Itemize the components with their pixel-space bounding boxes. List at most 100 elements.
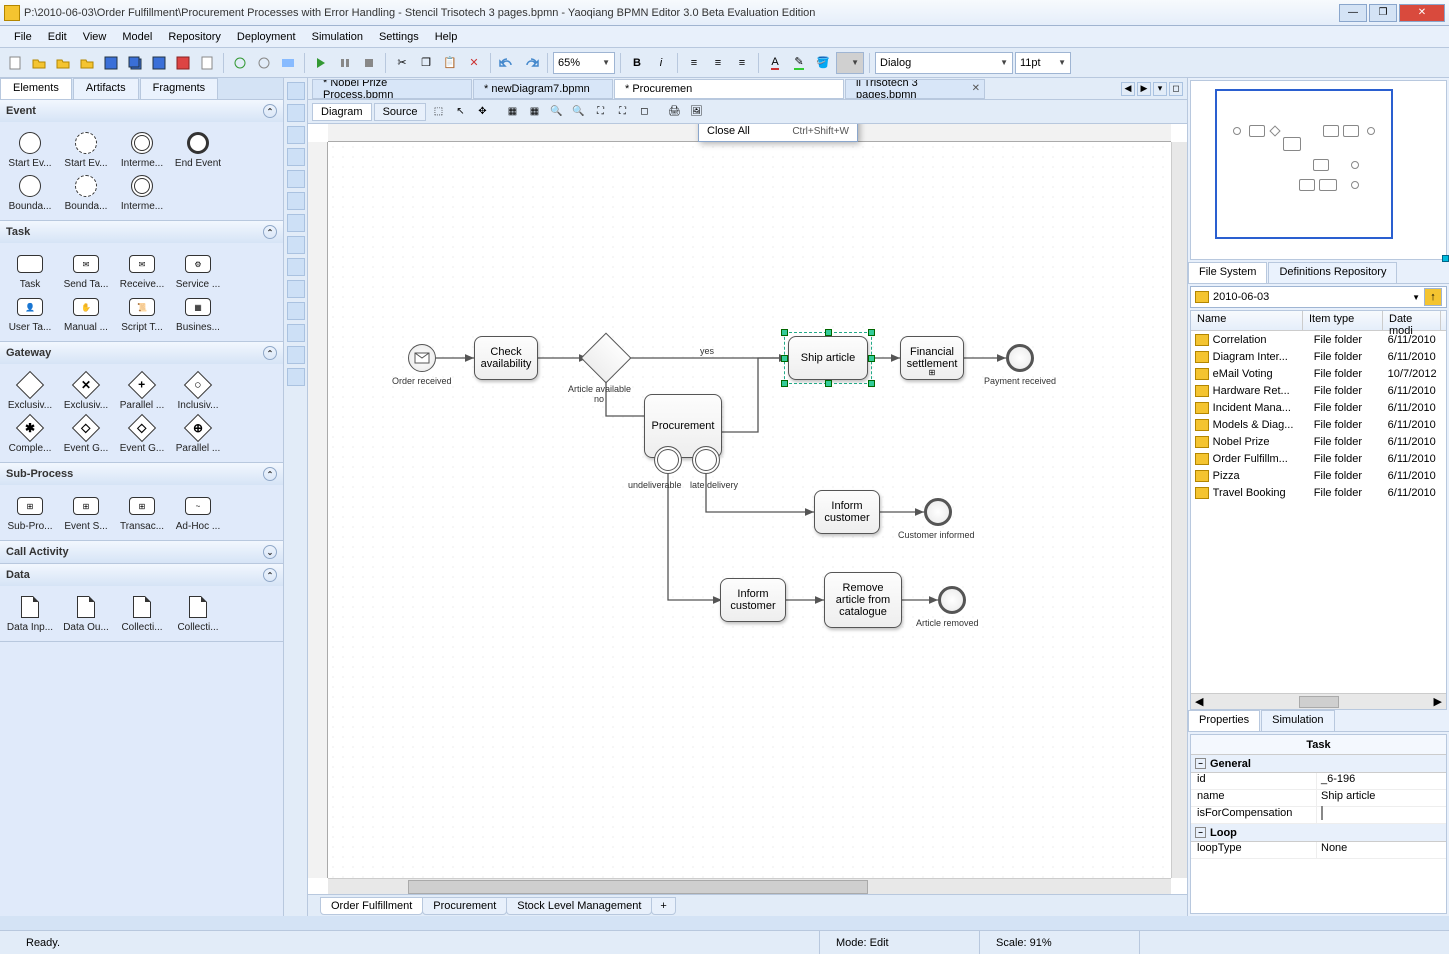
definitions-tab[interactable]: Definitions Repository xyxy=(1268,262,1397,283)
vbtn-icon[interactable] xyxy=(287,368,305,386)
fontsize-select[interactable]: 11pt▼ xyxy=(1015,52,1071,74)
vbtn-icon[interactable] xyxy=(287,346,305,364)
file-row[interactable]: eMail VotingFile folder10/7/2012 xyxy=(1191,365,1446,382)
open3-icon[interactable] xyxy=(76,52,98,74)
filelist-scrollbar[interactable]: ◀▶ xyxy=(1191,693,1446,709)
menu-simulation[interactable]: Simulation xyxy=(304,29,371,45)
palette-group-header[interactable]: Gateway⌃ xyxy=(0,342,283,364)
task-inform-customer-2[interactable]: Inform customer xyxy=(720,578,786,622)
gateway-article-available[interactable] xyxy=(581,333,632,384)
palette-item[interactable]: ◇Event G... xyxy=(58,415,114,454)
palette-item[interactable]: ⊕Parallel ... xyxy=(170,415,226,454)
open2-icon[interactable] xyxy=(52,52,74,74)
palette-tab-elements[interactable]: Elements xyxy=(0,78,72,99)
save-icon[interactable] xyxy=(100,52,122,74)
zoom-select[interactable]: 65%▼ xyxy=(553,52,615,74)
palette-item[interactable]: Bounda... xyxy=(58,173,114,212)
color-swatch[interactable]: ▼ xyxy=(836,52,864,74)
grid2-icon[interactable]: ▦ xyxy=(524,102,544,122)
minimize-button[interactable]: — xyxy=(1339,4,1367,22)
file-row[interactable]: Diagram Inter...File folder6/11/2010 xyxy=(1191,348,1446,365)
stop-icon[interactable] xyxy=(358,52,380,74)
palette-item[interactable]: ~Ad-Hoc ... xyxy=(170,493,226,532)
editor-tab[interactable]: * newDiagram7.bpmn xyxy=(473,79,613,99)
delete-icon[interactable]: ✕ xyxy=(463,52,485,74)
end-event-payment[interactable] xyxy=(1006,344,1034,372)
palette-group-header[interactable]: Sub-Process⌃ xyxy=(0,463,283,485)
palette-item[interactable]: Exclusiv... xyxy=(2,372,58,411)
font-select[interactable]: Dialog▼ xyxy=(875,52,1013,74)
redo-icon[interactable] xyxy=(520,52,542,74)
palette-item[interactable]: ✕Exclusiv... xyxy=(58,372,114,411)
hscrollbar[interactable] xyxy=(328,878,1171,894)
palette-item[interactable]: Interme... xyxy=(114,130,170,169)
folder-up-button[interactable]: ↑ xyxy=(1424,288,1442,306)
maximize-button[interactable]: ❐ xyxy=(1369,4,1397,22)
canvas[interactable]: Order received Check availability Articl… xyxy=(328,142,1171,878)
paste-icon[interactable]: 📋 xyxy=(439,52,461,74)
palette-item[interactable]: ⊞Event S... xyxy=(58,493,114,532)
palette-group-header[interactable]: Data⌃ xyxy=(0,564,283,586)
palette-tab-fragments[interactable]: Fragments xyxy=(140,78,219,99)
cut-icon[interactable]: ✂ xyxy=(391,52,413,74)
col-name[interactable]: Name xyxy=(1191,311,1303,330)
palette-group-header[interactable]: Event⌃ xyxy=(0,100,283,122)
source-mode-tab[interactable]: Source xyxy=(374,103,427,121)
end-event-article-removed[interactable] xyxy=(938,586,966,614)
vbtn-icon[interactable] xyxy=(287,192,305,210)
deploy-icon[interactable] xyxy=(277,52,299,74)
palette-item[interactable]: ◇Event G... xyxy=(114,415,170,454)
saveall-icon[interactable] xyxy=(124,52,146,74)
prop-row[interactable]: nameShip article xyxy=(1191,790,1446,807)
vbtn-icon[interactable] xyxy=(287,280,305,298)
history-icon[interactable] xyxy=(253,52,275,74)
palette-tab-artifacts[interactable]: Artifacts xyxy=(73,78,139,99)
highlight-icon[interactable]: ✎ xyxy=(788,52,810,74)
pointer-tool-icon[interactable]: ↖ xyxy=(450,102,470,122)
palette-item[interactable]: Data Ou... xyxy=(58,594,114,633)
palette-item[interactable]: ▦Busines... xyxy=(170,294,226,333)
vbtn-icon[interactable] xyxy=(287,82,305,100)
editor-tab[interactable]: * Nobel Prize Process.bpmn xyxy=(312,79,472,99)
prop-row[interactable]: id_6-196 xyxy=(1191,773,1446,790)
tab-prev-icon[interactable]: ◀ xyxy=(1121,82,1135,96)
saveas-icon[interactable] xyxy=(148,52,170,74)
export-icon[interactable] xyxy=(172,52,194,74)
exportimg-icon[interactable]: 🖼 xyxy=(686,102,706,122)
overview[interactable] xyxy=(1190,80,1447,260)
palette-item[interactable]: ✉Send Ta... xyxy=(58,251,114,290)
tab-next-icon[interactable]: ▶ xyxy=(1137,82,1151,96)
task-remove-article[interactable]: Remove article from catalogue xyxy=(824,572,902,628)
tab-close-icon[interactable]: ✕ xyxy=(972,83,980,94)
menu-settings[interactable]: Settings xyxy=(371,29,427,45)
props-section-loop[interactable]: −Loop xyxy=(1191,824,1446,842)
zoom100-icon[interactable]: ◻ xyxy=(634,102,654,122)
palette-item[interactable]: 📜Script T... xyxy=(114,294,170,333)
editor-tab[interactable]: * Procuremen xyxy=(614,79,844,99)
start-event[interactable] xyxy=(408,344,436,372)
palette-item[interactable]: Data Inp... xyxy=(2,594,58,633)
menu-file[interactable]: File xyxy=(6,29,40,45)
task-check-availability[interactable]: Check availability xyxy=(474,336,538,380)
palette-item[interactable]: Task xyxy=(2,251,58,290)
diagram-mode-tab[interactable]: Diagram xyxy=(312,103,372,121)
file-row[interactable]: Order Fulfillm...File folder6/11/2010 xyxy=(1191,450,1446,467)
palette-item[interactable]: ✉Receive... xyxy=(114,251,170,290)
pan-tool-icon[interactable]: ✥ xyxy=(472,102,492,122)
task-financial-settlement[interactable]: Financial settlement⊞ xyxy=(900,336,964,380)
palette-item[interactable]: ⊞Sub-Pro... xyxy=(2,493,58,532)
palette-item[interactable]: 👤User Ta... xyxy=(2,294,58,333)
task-ship-article[interactable]: Ship article xyxy=(788,336,868,380)
simulation-tab[interactable]: Simulation xyxy=(1261,710,1334,731)
vscrollbar[interactable] xyxy=(1171,142,1187,878)
ctx-close-all[interactable]: Close AllCtrl+Shift+W xyxy=(699,124,857,141)
palette-item[interactable]: Collecti... xyxy=(114,594,170,633)
zoomfit-icon[interactable]: ⛶ xyxy=(590,102,610,122)
task-inform-customer-1[interactable]: Inform customer xyxy=(814,490,880,534)
palette-item[interactable]: Collecti... xyxy=(170,594,226,633)
file-row[interactable]: Nobel PrizeFile folder6/11/2010 xyxy=(1191,433,1446,450)
refresh-icon[interactable] xyxy=(229,52,251,74)
menu-help[interactable]: Help xyxy=(427,29,466,45)
vbtn-icon[interactable] xyxy=(287,126,305,144)
editor-tab[interactable]: il Trisotech 3 pages.bpmn✕ xyxy=(845,79,985,99)
